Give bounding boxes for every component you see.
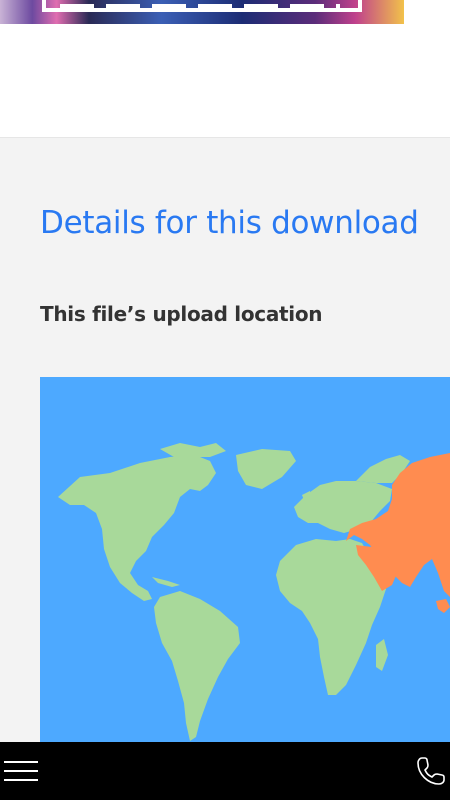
phone-icon-glyph — [417, 757, 445, 785]
madagascar-landmass — [376, 639, 388, 671]
southeast-asia-islands-landmass — [436, 599, 450, 613]
arctic-islands-landmass — [160, 443, 226, 457]
bottom-navigation-bar — [0, 742, 450, 800]
promo-banner[interactable] — [0, 0, 404, 24]
menu-line — [4, 761, 38, 763]
upload-location-map — [40, 377, 450, 742]
banner-dashes-graphic — [60, 4, 340, 8]
menu-line — [4, 770, 38, 772]
world-map-graphic — [58, 443, 450, 741]
upload-location-heading: This file’s upload location — [40, 302, 323, 326]
south-america-landmass — [154, 591, 240, 741]
page-title: Details for this download — [40, 205, 419, 241]
phone-icon[interactable] — [414, 754, 448, 788]
north-america-landmass — [58, 455, 216, 601]
menu-line — [4, 779, 38, 781]
caribbean-landmass — [152, 577, 180, 587]
hamburger-menu-icon[interactable] — [4, 756, 38, 786]
greenland-landmass — [236, 449, 296, 489]
